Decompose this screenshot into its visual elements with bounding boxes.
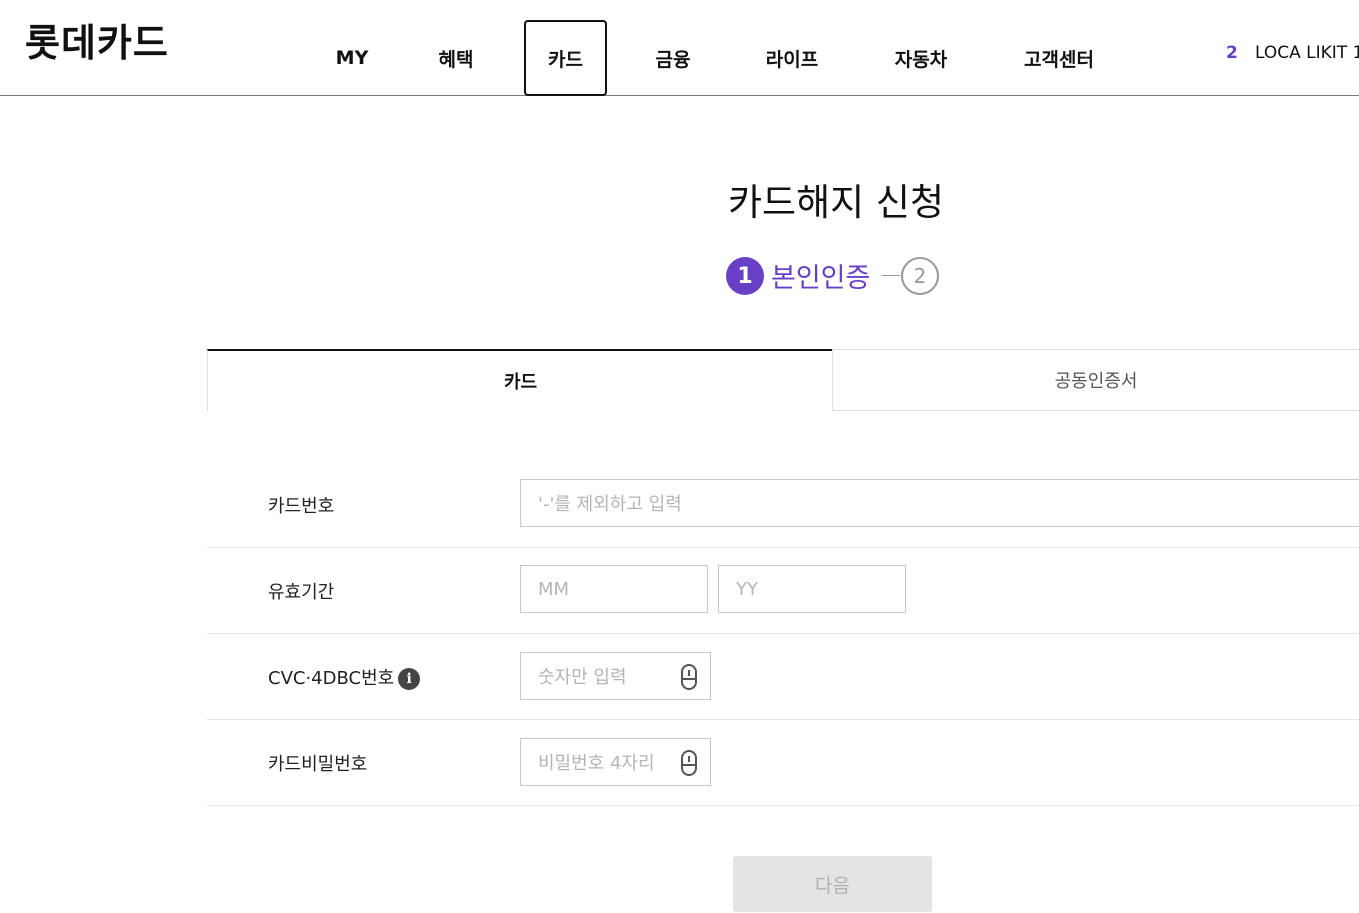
row-divider	[207, 633, 1359, 634]
tab-card[interactable]: 카드	[207, 349, 833, 411]
next-button[interactable]: 다음	[733, 856, 932, 912]
expiry-label: 유효기간	[268, 582, 335, 603]
step-1-indicator: 1	[726, 257, 764, 295]
step-2-indicator: 2	[901, 257, 939, 295]
cvc-label: CVC·4DBC번호	[268, 668, 395, 689]
card-number-label: 카드번호	[268, 496, 335, 517]
cvc-placeholder: 숫자만 입력	[538, 667, 627, 688]
site-header: 롯데카드 MY 혜택 카드 금융 라이프 자동차 고객센터 2 LOCA LIK…	[0, 0, 1359, 96]
row-divider	[207, 547, 1359, 548]
pin-placeholder: 비밀번호 4자리	[538, 753, 655, 774]
mouse-icon[interactable]	[681, 664, 697, 690]
expiry-year-input[interactable]: YY	[718, 565, 906, 613]
card-number-placeholder: '-'를 제외하고 입력	[538, 494, 682, 515]
cvc-label-group: CVC·4DBC번호 i	[268, 664, 421, 690]
row-divider	[207, 805, 1359, 806]
nav-auto[interactable]: 자동차	[880, 20, 962, 96]
step-connector	[882, 275, 900, 276]
row-divider	[207, 719, 1359, 720]
expiry-month-input[interactable]: MM	[520, 565, 708, 613]
mouse-icon[interactable]	[681, 750, 697, 776]
promo-link[interactable]: LOCA LIKIT 1.	[1255, 43, 1359, 63]
nav-card[interactable]: 카드	[524, 20, 607, 96]
nav-finance[interactable]: 금융	[642, 20, 704, 96]
step-1-label: 본인인증	[771, 263, 871, 294]
cvc-input[interactable]: 숫자만 입력	[520, 652, 711, 700]
nav-my[interactable]: MY	[322, 20, 382, 96]
nav-customer-center[interactable]: 고객센터	[1009, 20, 1109, 96]
pin-input[interactable]: 비밀번호 4자리	[520, 738, 711, 786]
tab-certificate[interactable]: 공동인증서	[832, 349, 1359, 411]
expiry-month-placeholder: MM	[538, 578, 570, 600]
notification-count[interactable]: 2	[1226, 43, 1238, 63]
nav-life[interactable]: 라이프	[752, 20, 832, 96]
expiry-year-placeholder: YY	[736, 578, 758, 600]
card-number-input[interactable]: '-'를 제외하고 입력	[520, 479, 1359, 527]
page-title: 카드해지 신청	[728, 181, 945, 224]
lotte-card-logo[interactable]: 롯데카드	[25, 18, 169, 68]
pin-label: 카드비밀번호	[268, 754, 368, 775]
nav-benefits[interactable]: 혜택	[425, 20, 487, 96]
info-icon[interactable]: i	[398, 668, 421, 690]
